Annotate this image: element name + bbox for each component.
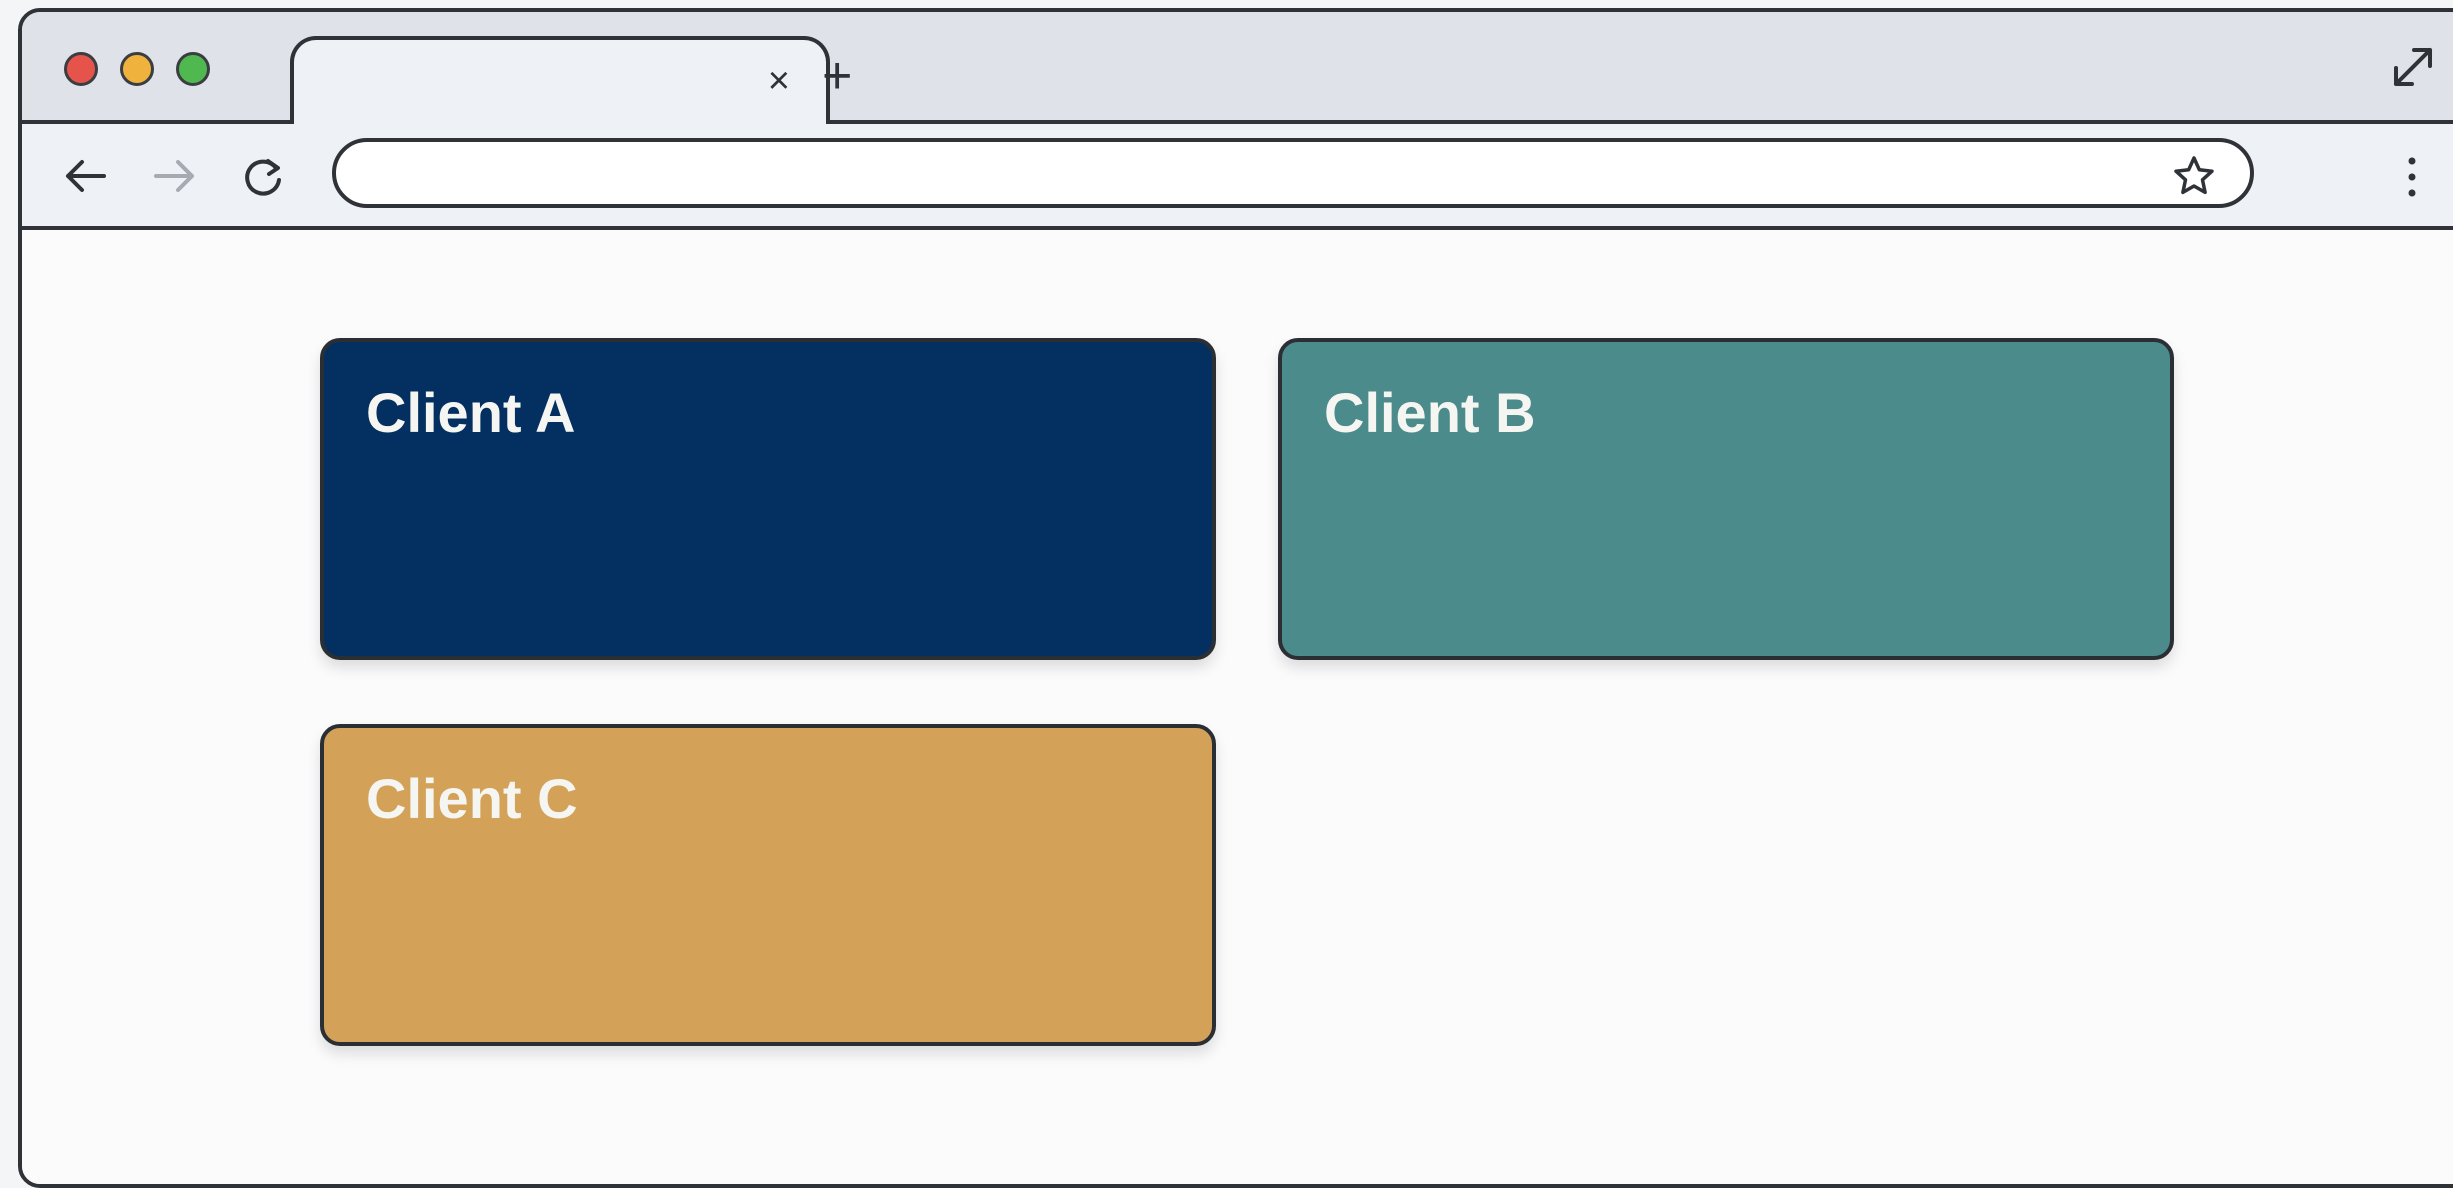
expand-icon[interactable] [2388,42,2438,97]
close-window-button[interactable] [64,52,98,86]
back-arrow-icon[interactable] [60,154,110,203]
navigation-toolbar [22,124,2453,230]
client-card-c[interactable]: Client C [320,724,1216,1046]
window-controls [64,52,210,86]
star-icon[interactable] [2172,154,2216,203]
client-card-b[interactable]: Client B [1278,338,2174,660]
client-card-a[interactable]: Client A [320,338,1216,660]
client-card-title: Client C [366,767,578,830]
client-card-title: Client B [1324,381,1536,444]
browser-window: × + Client A Client B Client C [18,8,2453,1188]
title-bar: × + [22,12,2453,126]
address-bar[interactable] [332,138,2254,208]
more-menu-icon[interactable] [2404,154,2420,205]
forward-arrow-icon[interactable] [150,154,200,203]
minimize-window-button[interactable] [120,52,154,86]
plus-icon[interactable]: + [822,50,852,102]
maximize-window-button[interactable] [176,52,210,86]
client-card-title: Client A [366,381,576,444]
page-content: Client A Client B Client C [22,230,2453,1184]
tab-active[interactable]: × [290,36,830,124]
close-icon[interactable]: × [768,62,790,100]
reload-icon[interactable] [240,154,286,205]
